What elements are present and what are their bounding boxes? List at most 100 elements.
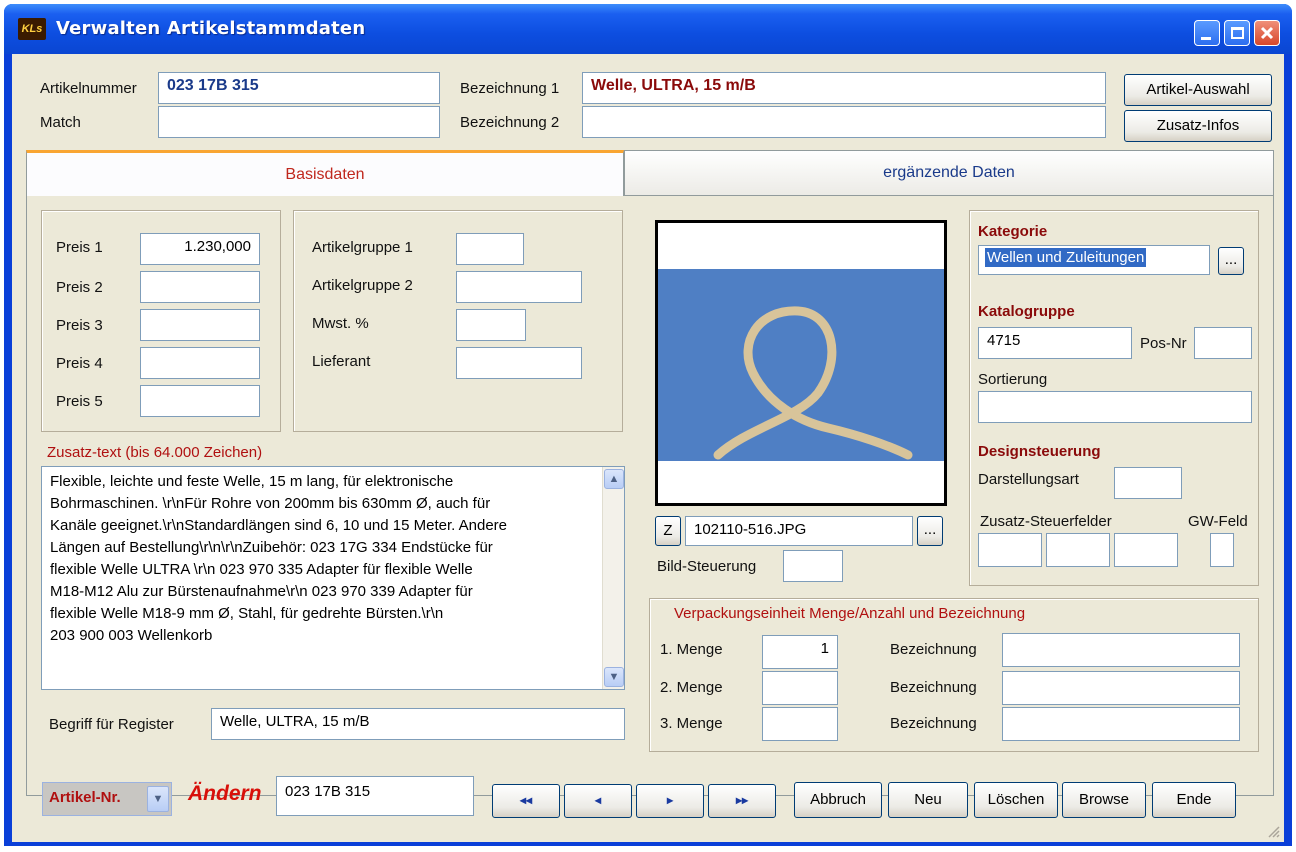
nav-first-button[interactable]: ◂◂ [492, 784, 560, 818]
verpackung-panel: Verpackungseinheit Menge/Anzahl und Beze… [649, 598, 1259, 752]
preis5-label: Preis 5 [56, 393, 103, 410]
zusatz-steuerfelder-label: Zusatz-Steuerfelder [980, 513, 1112, 530]
menge2-bezeichnung-input[interactable] [1002, 671, 1240, 705]
preis4-input[interactable] [140, 347, 260, 379]
match-input[interactable] [158, 106, 440, 138]
zusatztext-label: Zusatz-text (bis 64.000 Zeichen) [47, 444, 263, 461]
match-label: Match [40, 114, 81, 131]
kategorie-input[interactable]: Wellen und Zuleitungen [978, 245, 1210, 275]
zusatz-steuerfeld-1-input[interactable] [978, 533, 1042, 567]
zusatztext-line: flexible Welle M18-9 mm Ø, Stahl, für ge… [50, 605, 444, 622]
menge1-bezeichnung-input[interactable] [1002, 633, 1240, 667]
kategorie-panel: Kategorie Wellen und Zuleitungen ... Kat… [969, 210, 1259, 586]
bild-z-button[interactable]: Z [655, 516, 681, 546]
preis3-input[interactable] [140, 309, 260, 341]
zusatztext-line: M18-M12 Alu zur Bürstenaufnahme\r\n 023 … [50, 583, 473, 600]
bezeichnung1-label: Bezeichnung 1 [460, 80, 560, 97]
katalog-title: Katalogruppe [978, 303, 1075, 320]
close-button[interactable] [1254, 20, 1280, 46]
zusatz-infos-button[interactable]: Zusatz-Infos [1124, 110, 1272, 142]
maximize-button[interactable] [1224, 20, 1250, 46]
menge1-input[interactable]: 1 [762, 635, 838, 669]
sortierung-label: Sortierung [978, 371, 1048, 388]
window-title: Verwalten Artikelstammdaten [56, 18, 366, 39]
product-image-frame [655, 220, 947, 506]
bezeichnung1-input[interactable]: Welle, ULTRA, 15 m/B [582, 72, 1106, 104]
minimize-icon [1201, 37, 1211, 40]
neu-button[interactable]: Neu [888, 782, 968, 818]
menge3-bezeichnung-input[interactable] [1002, 707, 1240, 741]
zusatztext-line: Flexible, leichte und feste Welle, 15 m … [50, 473, 454, 490]
menge3-input[interactable] [762, 707, 838, 741]
bezeichnung2-input[interactable] [582, 106, 1106, 138]
bezeichnung-2-label: Bezeichnung [890, 679, 977, 696]
kategorie-browse-button[interactable]: ... [1218, 247, 1244, 275]
menge2-label: 2. Menge [660, 679, 723, 696]
posnr-label: Pos-Nr [1140, 335, 1187, 352]
scroll-down-icon[interactable]: ▼ [604, 667, 624, 687]
chevron-down-icon[interactable]: ▼ [147, 786, 169, 812]
preis3-label: Preis 3 [56, 317, 103, 334]
kategorie-selected-text: Wellen und Zuleitungen [985, 248, 1147, 267]
preis1-label: Preis 1 [56, 239, 103, 256]
nav-last-button[interactable]: ▸▸ [708, 784, 776, 818]
maximize-icon [1231, 27, 1244, 39]
mode-label: Ändern [188, 782, 262, 805]
tab-content-basisdaten: Preis 1 1.230,000 Preis 2 Preis 3 Preis … [26, 196, 1274, 796]
bild-steuerung-label: Bild-Steuerung [657, 558, 757, 575]
nav-next-button[interactable]: ▸ [636, 784, 704, 818]
scroll-up-icon[interactable]: ▲ [604, 469, 624, 489]
minimize-button[interactable] [1194, 20, 1220, 46]
preis-panel: Preis 1 1.230,000 Preis 2 Preis 3 Preis … [41, 210, 281, 432]
browse-button[interactable]: Browse [1062, 782, 1146, 818]
tab-ergaenzende-daten[interactable]: ergänzende Daten [624, 150, 1274, 196]
zusatztext-line: Kanäle geeignet.\r\nStandardlängen sind … [50, 517, 508, 534]
zusatztext-scrollbar[interactable]: ▲ ▼ [602, 467, 624, 689]
menge2-input[interactable] [762, 671, 838, 705]
mwst-label: Mwst. % [312, 315, 369, 332]
gw-feld-input[interactable] [1210, 533, 1234, 567]
preis4-label: Preis 4 [56, 355, 103, 372]
preis5-input[interactable] [140, 385, 260, 417]
katalog-input[interactable]: 4715 [978, 327, 1132, 359]
register-label: Begriff für Register [49, 716, 174, 733]
kategorie-title: Kategorie [978, 223, 1048, 240]
posnr-input[interactable] [1194, 327, 1252, 359]
zusatztext-textarea[interactable]: Flexible, leichte und feste Welle, 15 m … [41, 466, 625, 690]
search-field-select[interactable]: Artikel-Nr. ▼ [42, 782, 172, 816]
ende-button[interactable]: Ende [1152, 782, 1236, 818]
artikelnummer-input[interactable]: 023 17B 315 [158, 72, 440, 104]
bild-steuerung-input[interactable] [783, 550, 843, 582]
preis1-input[interactable]: 1.230,000 [140, 233, 260, 265]
sortierung-input[interactable] [978, 391, 1252, 423]
product-image [658, 269, 944, 461]
zusatz-steuerfeld-2-input[interactable] [1046, 533, 1110, 567]
bezeichnung-1-label: Bezeichnung [890, 641, 977, 658]
resize-grip-icon[interactable] [1266, 824, 1280, 838]
search-input[interactable]: 023 17B 315 [276, 776, 474, 816]
lieferant-input[interactable] [456, 347, 582, 379]
zusatztext-line: Längen auf Bestellung\r\n\r\nZuibehör: 0… [50, 539, 493, 556]
darstellungsart-input[interactable] [1114, 467, 1182, 499]
bild-filename-input[interactable]: 102110-516.JPG [685, 516, 913, 546]
artikelgruppe1-input[interactable] [456, 233, 524, 265]
zusatz-steuerfeld-3-input[interactable] [1114, 533, 1178, 567]
darstellungsart-label: Darstellungsart [978, 471, 1079, 488]
preis2-input[interactable] [140, 271, 260, 303]
artikelgruppe2-input[interactable] [456, 271, 582, 303]
bezeichnung2-label: Bezeichnung 2 [460, 114, 560, 131]
lieferant-label: Lieferant [312, 353, 371, 370]
tab-basisdaten[interactable]: Basisdaten [26, 150, 624, 196]
abbruch-button[interactable]: Abbruch [794, 782, 882, 818]
artikelgruppe2-label: Artikelgruppe 2 [312, 277, 413, 294]
bild-browse-button[interactable]: ... [917, 516, 943, 546]
zusatztext-line: flexible Welle ULTRA \r\n 023 970 335 Ad… [50, 561, 473, 578]
menge3-label: 3. Menge [660, 715, 723, 732]
nav-prev-button[interactable]: ◂ [564, 784, 632, 818]
register-input[interactable]: Welle, ULTRA, 15 m/B [211, 708, 625, 740]
artikel-auswahl-button[interactable]: Artikel-Auswahl [1124, 74, 1272, 106]
mwst-input[interactable] [456, 309, 526, 341]
loeschen-button[interactable]: Löschen [974, 782, 1058, 818]
title-bar[interactable]: KLs Verwalten Artikelstammdaten [4, 4, 1292, 54]
designsteuerung-title: Designsteuerung [978, 443, 1101, 460]
